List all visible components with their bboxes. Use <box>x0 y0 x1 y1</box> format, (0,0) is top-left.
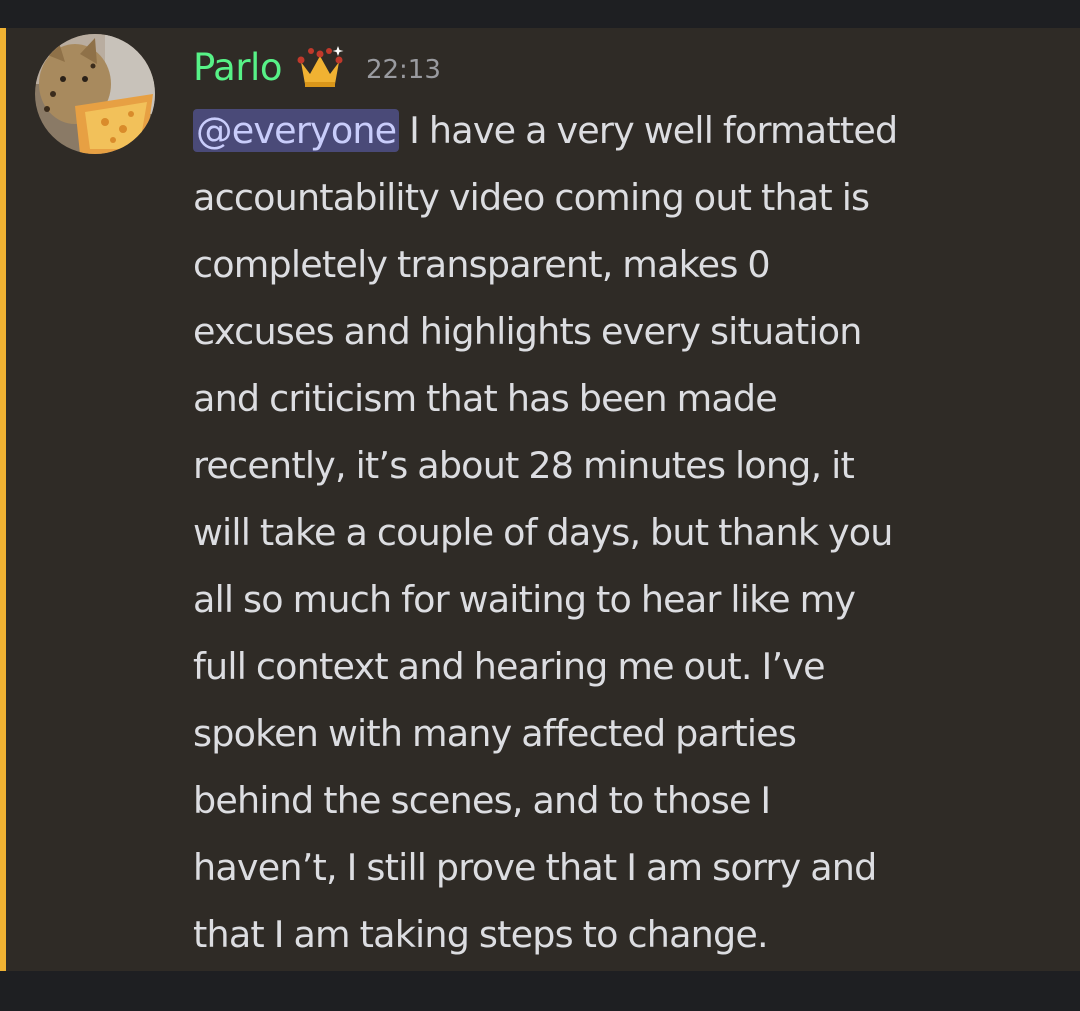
message-line: all so much for waiting to hear like my <box>193 578 856 621</box>
message-line: recently, it’s about 28 minutes long, it <box>193 444 855 487</box>
message-timestamp[interactable]: 22:13 <box>366 49 441 85</box>
message-line: and criticism that has been made <box>193 377 778 420</box>
author-name[interactable]: Parlo <box>193 46 282 89</box>
chat-message[interactable]: Parlo 22:13 @everyone I have a very well… <box>0 28 1080 971</box>
message-line: that I am taking steps to change. <box>193 913 769 956</box>
message-header: Parlo 22:13 <box>193 42 441 92</box>
message-line: spoken with many affected parties <box>193 712 797 755</box>
top-bar <box>0 0 1080 28</box>
message-content: @everyone I have a very well formatted a… <box>193 97 1073 968</box>
message-line: haven’t, I still prove that I am sorry a… <box>193 846 877 889</box>
message-line: will take a couple of days, but thank yo… <box>193 511 893 554</box>
everyone-mention[interactable]: @everyone <box>193 109 400 152</box>
message-line: @everyone I have a very well formatted <box>193 97 1073 164</box>
message-line: full context and hearing me out. I’ve <box>193 645 826 688</box>
message-line: excuses and highlights every situation <box>193 310 862 353</box>
message-line: behind the scenes, and to those I <box>193 779 771 822</box>
avatar-image <box>35 34 155 154</box>
crown-icon <box>296 44 344 90</box>
mention-highlight-stripe <box>0 28 6 971</box>
message-line: accountability video coming out that is <box>193 176 870 219</box>
bottom-bar <box>0 971 1080 1011</box>
message-text: I have a very well formatted <box>399 109 898 152</box>
message-line: completely transparent, makes 0 <box>193 243 771 286</box>
avatar[interactable] <box>35 34 155 154</box>
